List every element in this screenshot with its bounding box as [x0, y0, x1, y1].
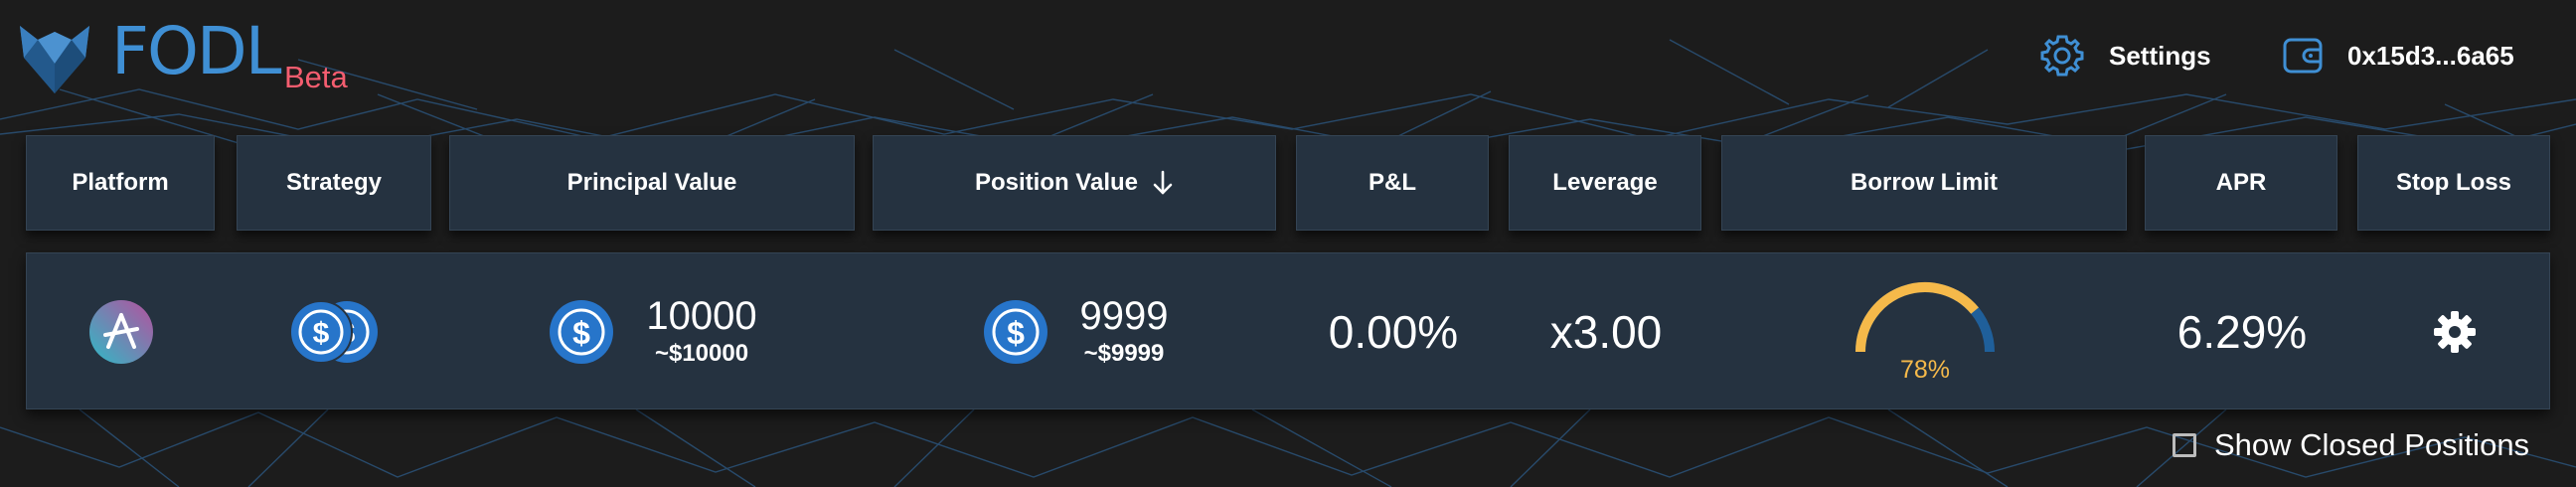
borrow-limit-cell: 78% — [1722, 253, 2128, 410]
leverage-cell: x3.00 — [1510, 253, 1702, 410]
position-usd-amount: ~$9999 — [1083, 340, 1165, 367]
svg-text:$: $ — [313, 317, 330, 350]
usdc-pair-icon: $ $ — [289, 300, 378, 364]
header-borrow-limit[interactable]: Borrow Limit — [1721, 135, 2127, 231]
position-token-amount: 9999 — [1079, 294, 1169, 338]
usdc-icon: $ — [289, 300, 353, 364]
usdc-icon: $ — [983, 300, 1047, 364]
fodl-logo-icon — [20, 26, 89, 93]
header-apr[interactable]: APR — [2145, 135, 2337, 231]
position-value-cell: $ 9999 ~$9999 — [874, 253, 1277, 410]
settings-label: Settings — [2109, 40, 2211, 71]
principal-token-amount: 10000 — [646, 294, 757, 338]
aave-icon — [89, 300, 153, 364]
svg-text:$: $ — [572, 315, 590, 351]
borrow-limit-gauge: 78% — [1851, 272, 2000, 392]
top-bar: FODL Beta Settings 0x15d3...6a65 — [0, 0, 2576, 109]
header-position-value[interactable]: Position Value — [873, 135, 1276, 231]
beta-badge: Beta — [284, 60, 348, 94]
usdc-icon: $ — [550, 300, 614, 364]
strategy-cell: $ $ — [238, 253, 432, 410]
apr-value: 6.29% — [2176, 306, 2308, 358]
header-stop-loss[interactable]: Stop Loss — [2357, 135, 2550, 231]
wallet-icon — [2283, 38, 2323, 74]
header-pnl[interactable]: P&L — [1296, 135, 1489, 231]
pnl-cell: 0.00% — [1297, 253, 1490, 410]
principal-usd-amount: ~$10000 — [654, 340, 749, 367]
apr-cell: 6.29% — [2146, 253, 2338, 410]
wallet-address: 0x15d3...6a65 — [2347, 40, 2514, 71]
brand-name: FODL — [111, 13, 282, 89]
pnl-value: 0.00% — [1328, 306, 1459, 358]
show-closed-checkbox[interactable] — [2173, 433, 2196, 457]
leverage-value: x3.00 — [1549, 306, 1663, 358]
svg-text:$: $ — [1007, 315, 1025, 351]
platform-cell — [27, 253, 216, 410]
header-leverage[interactable]: Leverage — [1509, 135, 1701, 231]
header-platform[interactable]: Platform — [26, 135, 215, 231]
stop-loss-cell — [2358, 253, 2551, 410]
principal-value-cell: $ 10000 ~$10000 — [450, 253, 856, 410]
sort-down-arrow-icon — [1153, 170, 1173, 195]
header-principal-value[interactable]: Principal Value — [449, 135, 855, 231]
show-closed-positions-toggle[interactable]: Show Closed Positions — [2173, 427, 2529, 463]
header-strategy[interactable]: Strategy — [237, 135, 431, 231]
position-row[interactable]: $ $ $ 10000 ~$10000 $ 9999 ~$9999 — [26, 252, 2550, 409]
borrow-limit-percent: 78% — [1899, 356, 1951, 384]
stop-loss-gear-icon[interactable] — [2433, 310, 2477, 354]
principal-amount: 10000 ~$10000 — [646, 294, 756, 370]
gear-icon — [2040, 35, 2084, 77]
settings-button[interactable]: Settings — [2039, 30, 2211, 81]
show-closed-label: Show Closed Positions — [2214, 427, 2530, 462]
wallet-button[interactable]: 0x15d3...6a65 — [2282, 30, 2514, 81]
position-amount: 9999 ~$9999 — [1080, 294, 1169, 370]
